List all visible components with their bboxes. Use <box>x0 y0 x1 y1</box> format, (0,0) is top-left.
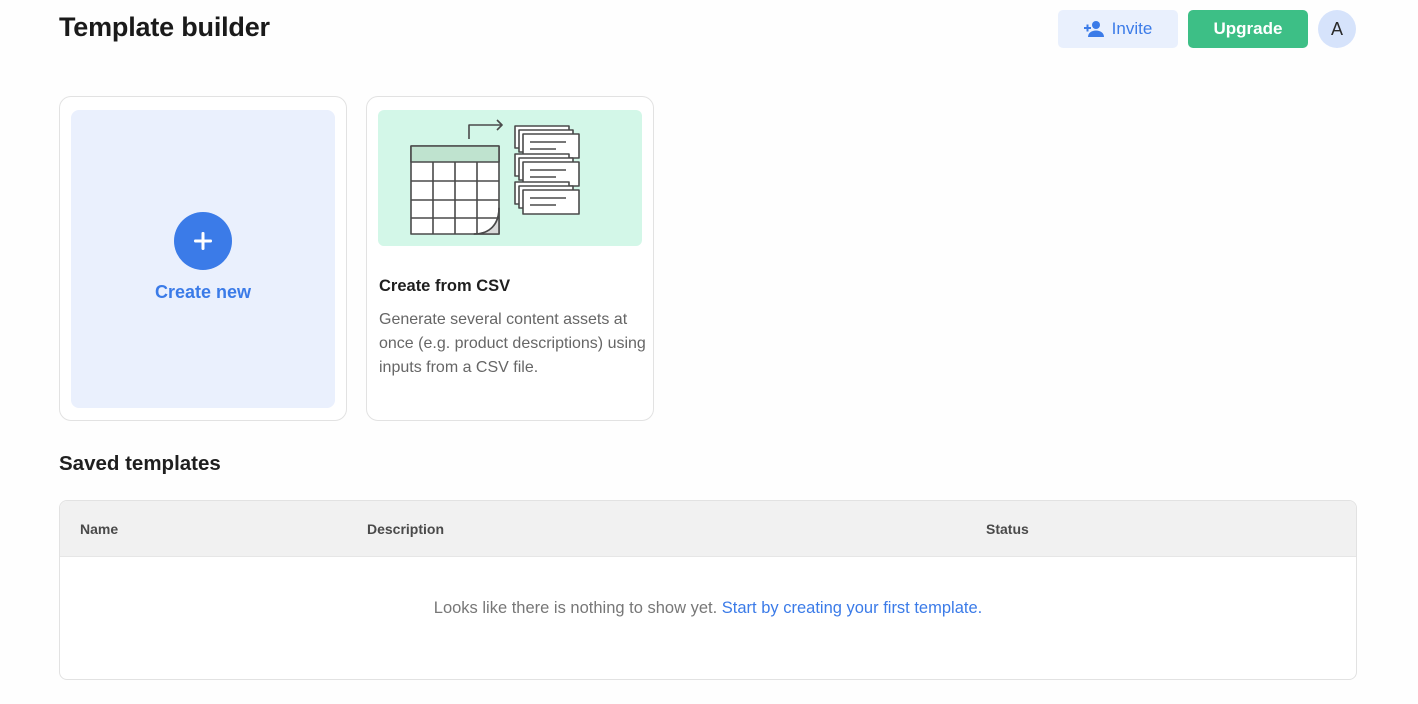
create-new-card[interactable]: Create new <box>59 96 347 421</box>
header-actions: Invite Upgrade A <box>1058 10 1356 48</box>
create-from-csv-card[interactable]: Create from CSV Generate several content… <box>366 96 654 421</box>
csv-card-description: Generate several content assets at once … <box>379 311 646 376</box>
empty-state: Looks like there is nothing to show yet.… <box>60 599 1356 618</box>
saved-templates-table: Name Description Status Looks like there… <box>59 500 1357 680</box>
csv-illustration <box>378 110 642 246</box>
create-new-circle <box>174 212 232 270</box>
create-first-template-link[interactable]: Start by creating your first template. <box>722 599 982 617</box>
page-title: Template builder <box>59 12 270 42</box>
invite-label: Invite <box>1111 19 1153 38</box>
add-user-icon <box>1083 21 1104 37</box>
avatar[interactable]: A <box>1318 10 1356 48</box>
column-header-description[interactable]: Description <box>367 521 444 537</box>
saved-templates-title: Saved templates <box>59 452 221 475</box>
csv-illustration-icon <box>410 119 580 235</box>
template-builder-page: Template builder Invite Upgrade A Create… <box>0 0 1418 704</box>
upgrade-button[interactable]: Upgrade <box>1188 10 1308 48</box>
table-header: Name Description Status <box>60 501 1356 557</box>
csv-card-title: Create from CSV <box>379 277 511 295</box>
invite-button[interactable]: Invite <box>1058 10 1178 48</box>
column-header-name[interactable]: Name <box>80 521 118 537</box>
empty-state-text: Looks like there is nothing to show yet. <box>433 599 718 617</box>
create-new-panel: Create new <box>71 110 335 408</box>
column-header-status[interactable]: Status <box>986 521 1029 537</box>
create-new-label: Create new <box>154 282 252 302</box>
plus-icon <box>194 232 212 250</box>
